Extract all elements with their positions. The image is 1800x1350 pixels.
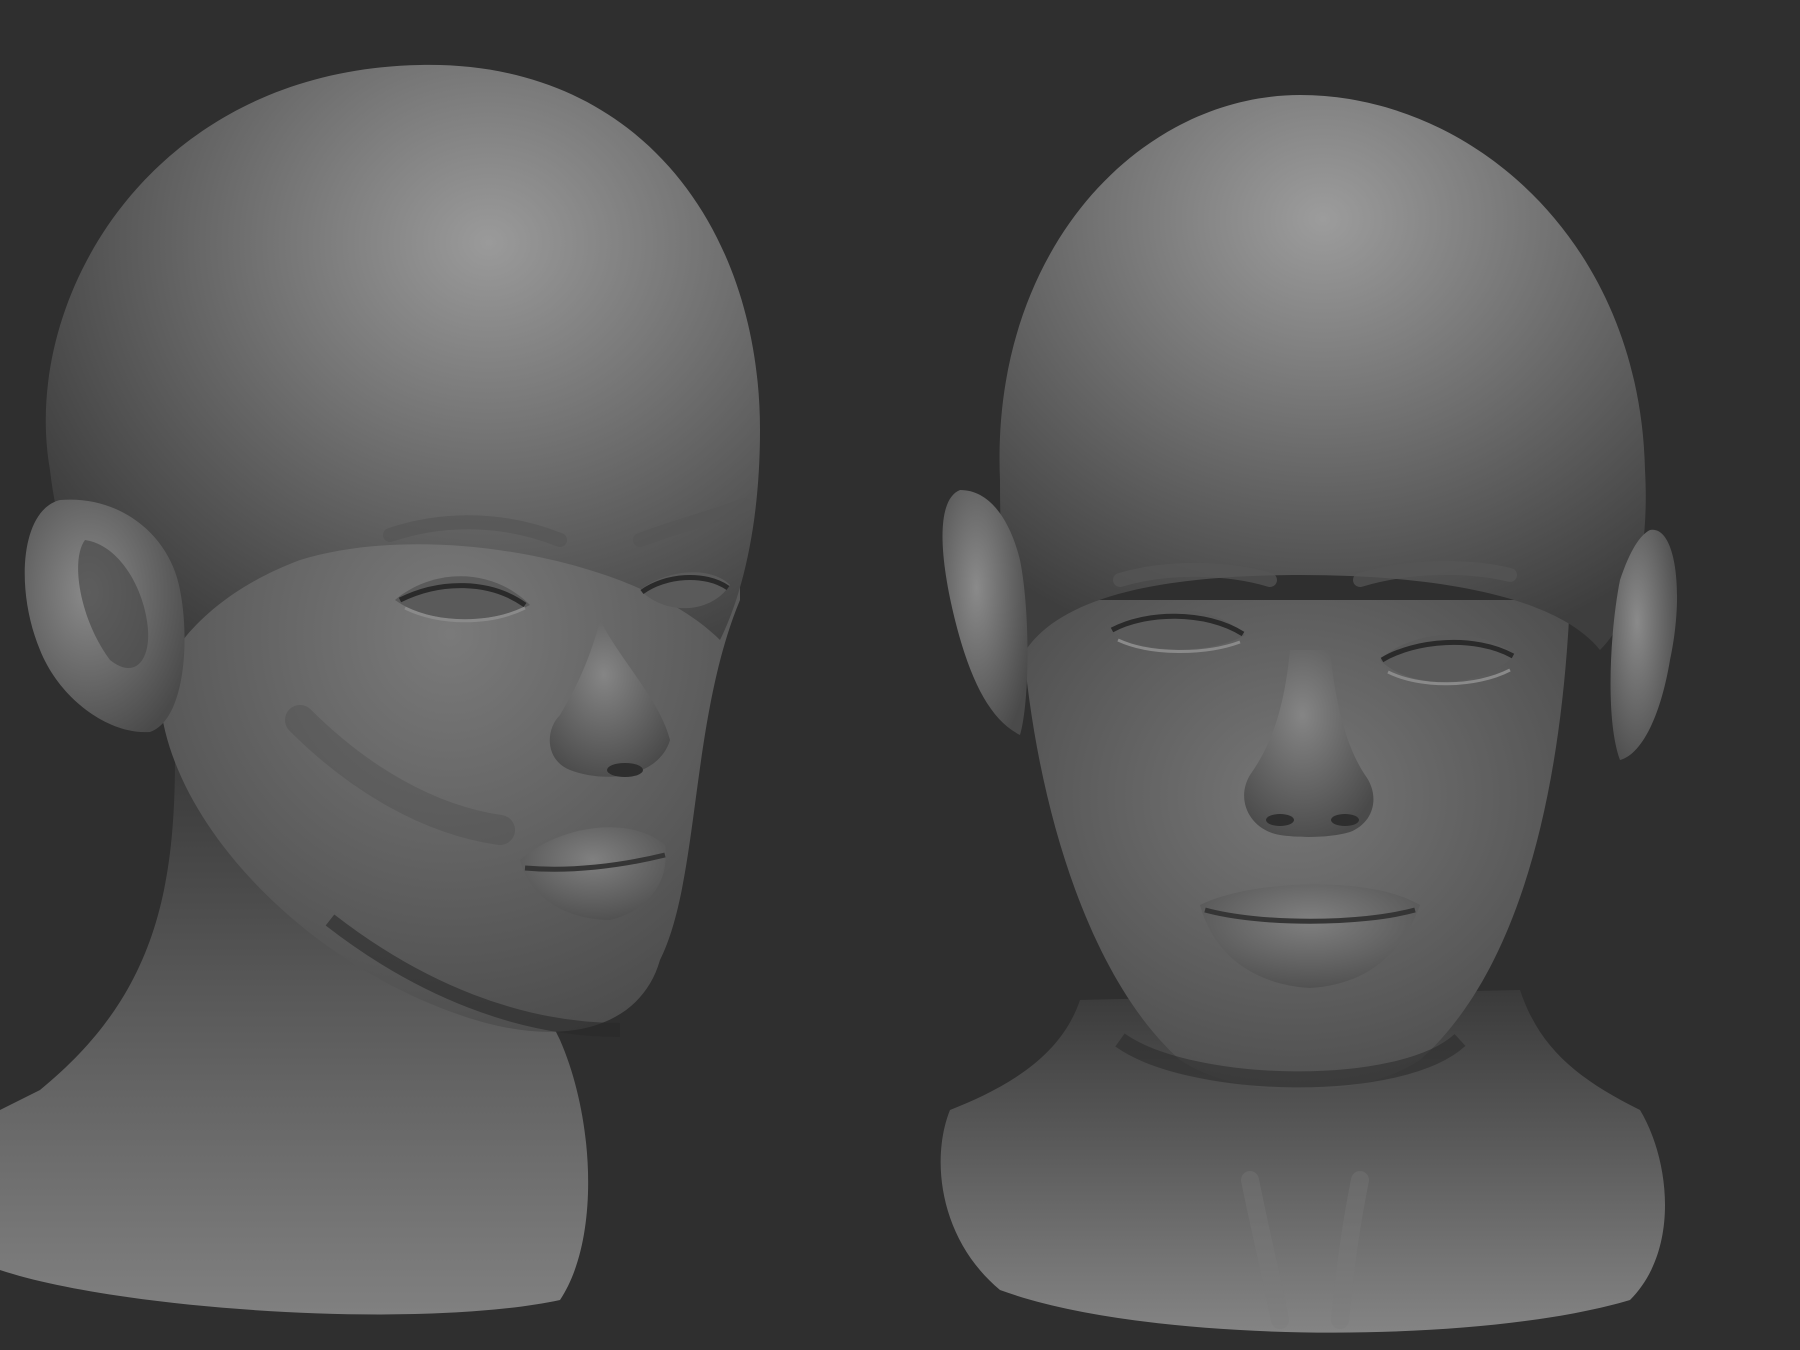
head-sculpt-three-quarter xyxy=(0,64,760,1315)
viewport xyxy=(0,0,1800,1350)
render-canvas xyxy=(0,64,1678,1333)
head-sculpt-front xyxy=(940,95,1678,1333)
nostril-right-a xyxy=(1266,814,1294,826)
nostril-left xyxy=(607,763,643,777)
nostril-right-b xyxy=(1331,814,1359,826)
skull-right xyxy=(999,95,1646,660)
